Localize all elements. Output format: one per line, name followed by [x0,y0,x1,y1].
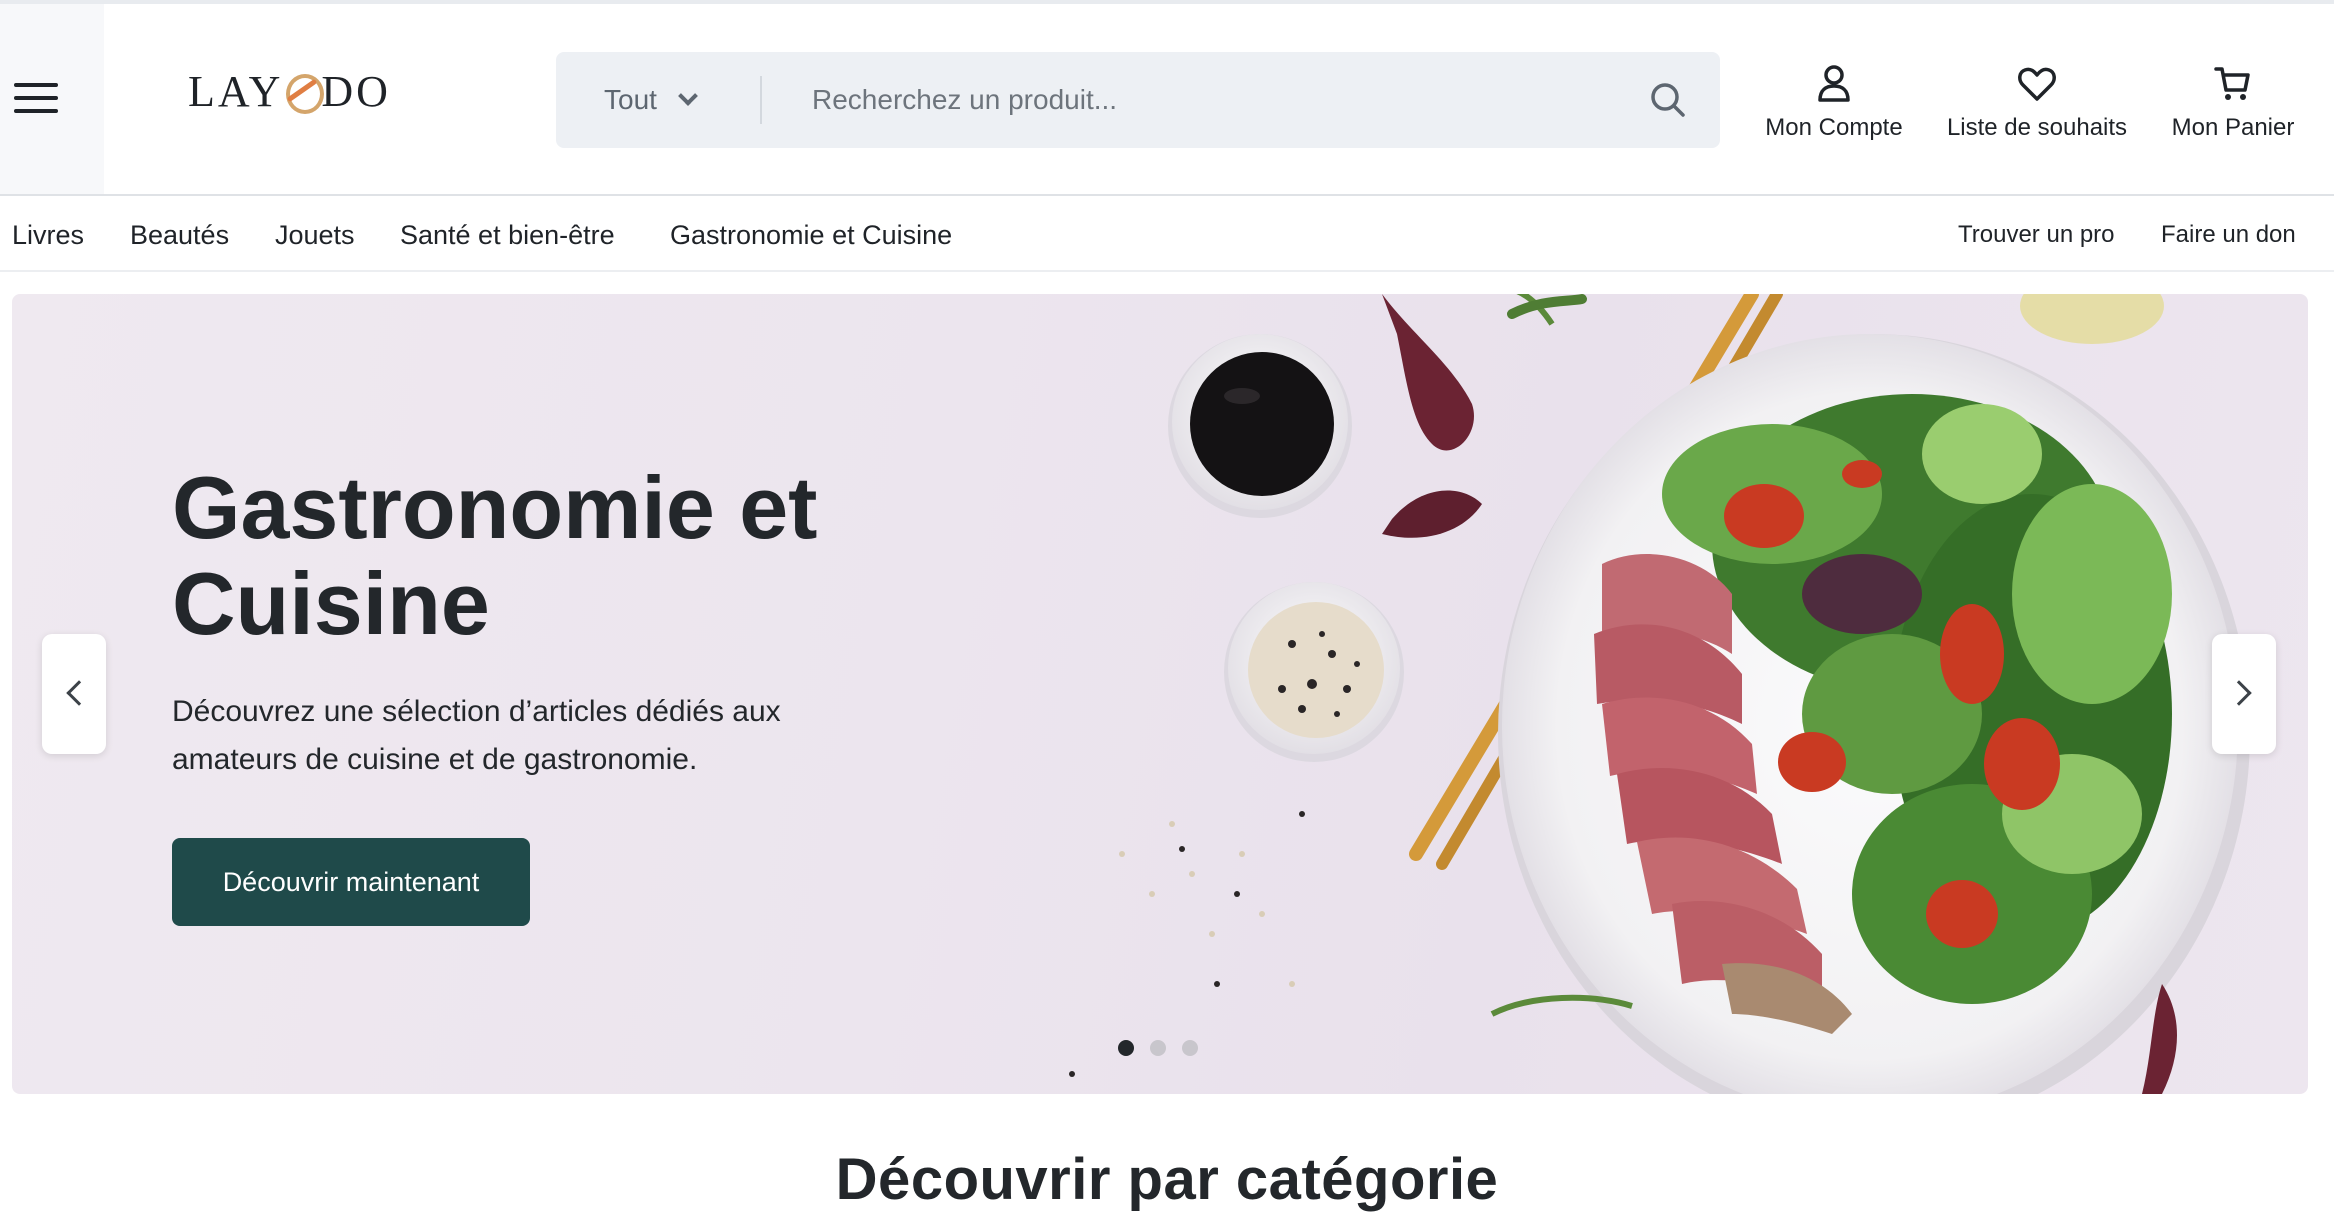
nav-item-sante[interactable]: Santé et bien-être [400,198,615,272]
chevron-left-icon [66,680,92,706]
hero-title: Gastronomie et Cuisine [172,458,818,653]
cart-button[interactable]: Mon Panier [2168,64,2298,154]
logo[interactable]: LAY DO [188,66,391,116]
hero-cta-button[interactable]: Découvrir maintenant [172,838,530,926]
search-bar: Tout [556,52,1720,148]
search-input[interactable] [812,70,1592,130]
category-nav: Livres Beautés Jouets Santé et bien-être… [0,198,2334,272]
nav-item-livres[interactable]: Livres [12,198,84,272]
wishlist-label: Liste de souhaits [1946,114,2128,141]
search-scope-value: Tout [604,84,657,115]
user-icon [1818,65,1850,102]
carousel-prev-button[interactable] [42,634,106,754]
logo-mark [283,70,325,114]
carousel-dot-2[interactable] [1150,1040,1166,1056]
hero-carousel: Gastronomie et Cuisine Découvrez une sél… [12,294,2308,1094]
carousel-dot-3[interactable] [1182,1040,1198,1056]
search-scope-select[interactable]: Tout [604,52,698,148]
nav-link-trouver-pro[interactable]: Trouver un pro [1958,198,2115,272]
hero-description: Découvrez une sélection d’articles dédié… [172,695,781,776]
logo-text-right: DO [321,67,391,116]
wishlist-button[interactable]: Liste de souhaits [1946,64,2128,154]
nav-link-faire-don[interactable]: Faire un don [2161,198,2296,272]
nav-item-jouets[interactable]: Jouets [275,198,355,272]
cart-icon [2214,67,2250,100]
menu-icon[interactable] [14,80,58,116]
logo-text-left: LAY [188,67,284,116]
chevron-down-icon [678,86,698,106]
carousel-dot-1[interactable] [1118,1040,1134,1056]
nav-item-beautes[interactable]: Beautés [130,198,229,272]
site-header: LAYDO Tout Mon Compte Liste de souhaits … [0,4,2334,196]
carousel-next-button[interactable] [2212,634,2276,754]
heart-icon [2018,67,2056,101]
search-icon[interactable] [1648,80,1688,120]
account-label: Mon Compte [1765,114,1903,141]
cart-label: Mon Panier [2171,114,2295,141]
section-title: Découvrir par catégorie [835,1147,1499,1212]
chevron-right-icon [2226,680,2252,706]
nav-item-gastronomie[interactable]: Gastronomie et Cuisine [670,198,952,272]
carousel-dots [1118,1040,1214,1056]
search-divider [760,76,762,124]
account-button[interactable]: Mon Compte [1764,64,1904,154]
